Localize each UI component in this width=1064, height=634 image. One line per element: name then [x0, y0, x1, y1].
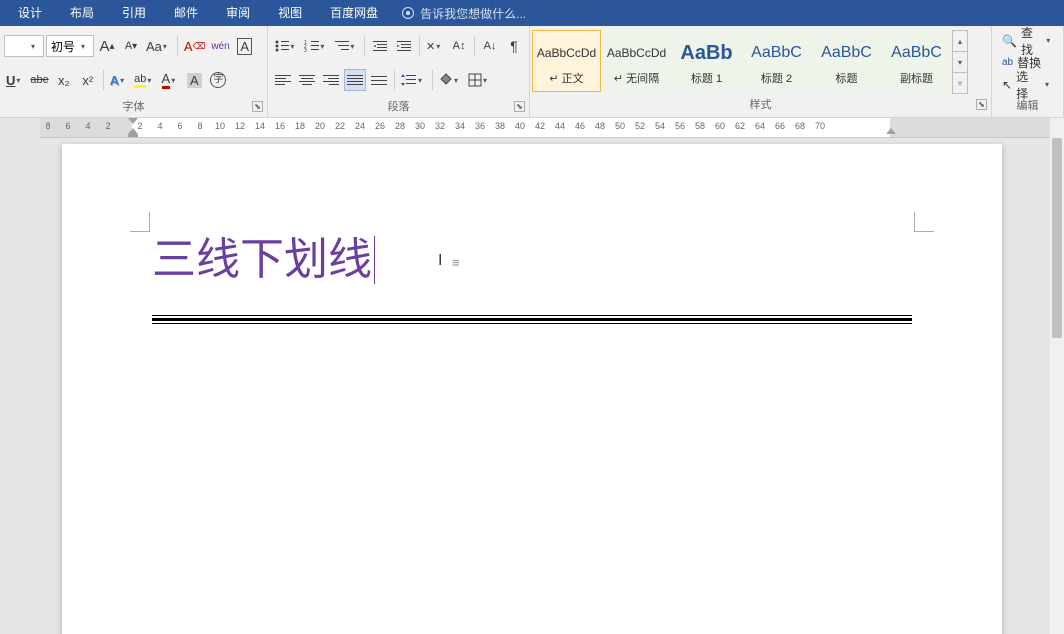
ribbon: ▾ 初号▾ A▴ A▾ Aa▾ A⌫ wén A U▾ abe x₂ x² A▾… [0, 26, 1064, 118]
shading-button[interactable]: ▾ [437, 69, 464, 91]
separator [474, 36, 475, 56]
scrollbar-thumb[interactable] [1052, 138, 1062, 338]
separator [364, 36, 365, 56]
tell-me-search[interactable]: 告诉我您想做什么... [402, 5, 526, 22]
cursor-icon: ↖ [1002, 78, 1012, 92]
find-button[interactable]: 🔍查找▾ [996, 30, 1059, 52]
horizontal-ruler[interactable]: 8642246810121416182022242628303234363840… [40, 118, 1050, 138]
styles-scroll-up[interactable]: ▴ [953, 31, 967, 52]
separator [432, 70, 433, 90]
align-left-button[interactable] [272, 69, 294, 91]
menu-mailings[interactable]: 邮件 [160, 0, 212, 26]
style-nospacing[interactable]: AaBbCcDd↵ 无间隔 [602, 30, 671, 92]
font-name-combo[interactable]: ▾ [4, 35, 44, 57]
document-area: 三线下划线 [0, 138, 1064, 634]
separator [394, 70, 395, 90]
group-paragraph-label: 段落 [388, 101, 410, 113]
tell-me-placeholder: 告诉我您想做什么... [420, 5, 526, 22]
group-font: ▾ 初号▾ A▴ A▾ Aa▾ A⌫ wén A U▾ abe x₂ x² A▾… [0, 26, 268, 117]
strikethrough-button[interactable]: abe [28, 69, 50, 91]
menu-view[interactable]: 视图 [264, 0, 316, 26]
paragraph-mark-icon: ≡ [452, 255, 460, 270]
group-paragraph: ▾ 123▾ ▾ ✕▾ A↕ A↓ ¶ ▾ [268, 26, 530, 117]
phonetic-guide-button[interactable]: wén [209, 35, 231, 57]
separator [177, 36, 178, 56]
separator [103, 70, 104, 90]
change-case-button[interactable]: Aa▾ [144, 35, 173, 57]
asian-layout-button[interactable]: A↕ [448, 35, 470, 57]
style-title[interactable]: AaBbC标题 [812, 30, 881, 92]
show-marks-button[interactable]: ¶ [503, 35, 525, 57]
borders-button[interactable]: ▾ [466, 69, 493, 91]
align-center-button[interactable] [296, 69, 318, 91]
font-size-combo[interactable]: 初号▾ [46, 35, 94, 57]
lightbulb-icon [402, 7, 414, 19]
menu-design[interactable]: 设计 [4, 0, 56, 26]
crop-mark [914, 212, 934, 232]
sort-button[interactable]: A↓ [479, 35, 501, 57]
styles-dialog-launcher[interactable]: ⬊ [976, 99, 987, 110]
replace-icon: ab [1002, 57, 1013, 68]
group-font-label: 字体 [123, 101, 145, 113]
select-button[interactable]: ↖选择▾ [996, 74, 1059, 96]
menu-review[interactable]: 审阅 [212, 0, 264, 26]
clear-formatting-button[interactable]: A⌫ [182, 35, 207, 57]
font-color-button[interactable]: A▾ [159, 69, 181, 91]
highlight-button[interactable]: ab▾ [132, 69, 157, 91]
subscript-button[interactable]: x₂ [53, 69, 75, 91]
enclose-char-button[interactable]: 字 [207, 69, 229, 91]
menu-references[interactable]: 引用 [108, 0, 160, 26]
style-subtitle[interactable]: AaBbC副标题 [882, 30, 951, 92]
svg-text:3: 3 [304, 48, 307, 53]
shrink-font-button[interactable]: A▾ [120, 35, 142, 57]
document-text[interactable]: 三线下划线 [152, 234, 912, 287]
menu-baidu[interactable]: 百度网盘 [316, 0, 392, 26]
text-effects-button[interactable]: A▾ [108, 69, 130, 91]
style-normal[interactable]: AaBbCcDd↵ 正文 [532, 30, 601, 92]
underline-button[interactable]: U▾ [4, 69, 26, 91]
search-icon: 🔍 [1002, 34, 1017, 48]
styles-scroll: ▴ ▾ ▿ [952, 30, 968, 94]
line-spacing-button[interactable]: ▾ [399, 69, 428, 91]
bullets-button[interactable]: ▾ [272, 35, 300, 57]
styles-scroll-down[interactable]: ▾ [953, 52, 967, 73]
align-distributed-button[interactable] [368, 69, 390, 91]
group-editing: 🔍查找▾ ab替换 ↖选择▾ 编辑 [992, 26, 1064, 117]
styles-expand-button[interactable]: ▿ [953, 73, 967, 93]
align-right-button[interactable] [320, 69, 342, 91]
style-heading2[interactable]: AaBbC标题 2 [742, 30, 811, 92]
triple-underline-rule [152, 315, 912, 323]
group-editing-label: 编辑 [1017, 100, 1039, 112]
character-border-button[interactable]: A [234, 35, 256, 57]
decrease-indent-button[interactable] [369, 35, 391, 57]
increase-indent-button[interactable] [393, 35, 415, 57]
text-caret [374, 236, 375, 284]
numbering-button[interactable]: 123▾ [302, 35, 330, 57]
group-styles: AaBbCcDd↵ 正文 AaBbCcDd↵ 无间隔 AaBb标题 1 AaBb… [530, 26, 992, 117]
text-direction-button[interactable]: ✕▾ [424, 35, 446, 57]
style-heading1[interactable]: AaBb标题 1 [672, 30, 741, 92]
grow-font-button[interactable]: A▴ [96, 35, 118, 57]
char-shading-button[interactable]: A [183, 69, 205, 91]
menu-bar: 设计 布局 引用 邮件 审阅 视图 百度网盘 告诉我您想做什么... [0, 0, 1064, 26]
vertical-scrollbar[interactable] [1050, 118, 1064, 634]
paragraph-dialog-launcher[interactable]: ⬊ [514, 101, 525, 112]
group-styles-label: 样式 [750, 99, 772, 111]
multilevel-list-button[interactable]: ▾ [332, 35, 360, 57]
styles-gallery: AaBbCcDd↵ 正文 AaBbCcDd↵ 无间隔 AaBb标题 1 AaBb… [530, 26, 991, 98]
superscript-button[interactable]: x² [77, 69, 99, 91]
separator [419, 36, 420, 56]
font-dialog-launcher[interactable]: ⬊ [252, 101, 263, 112]
crop-mark [130, 212, 150, 232]
align-justify-button[interactable] [344, 69, 366, 91]
menu-layout[interactable]: 布局 [56, 0, 108, 26]
document-page[interactable]: 三线下划线 [62, 144, 1002, 634]
